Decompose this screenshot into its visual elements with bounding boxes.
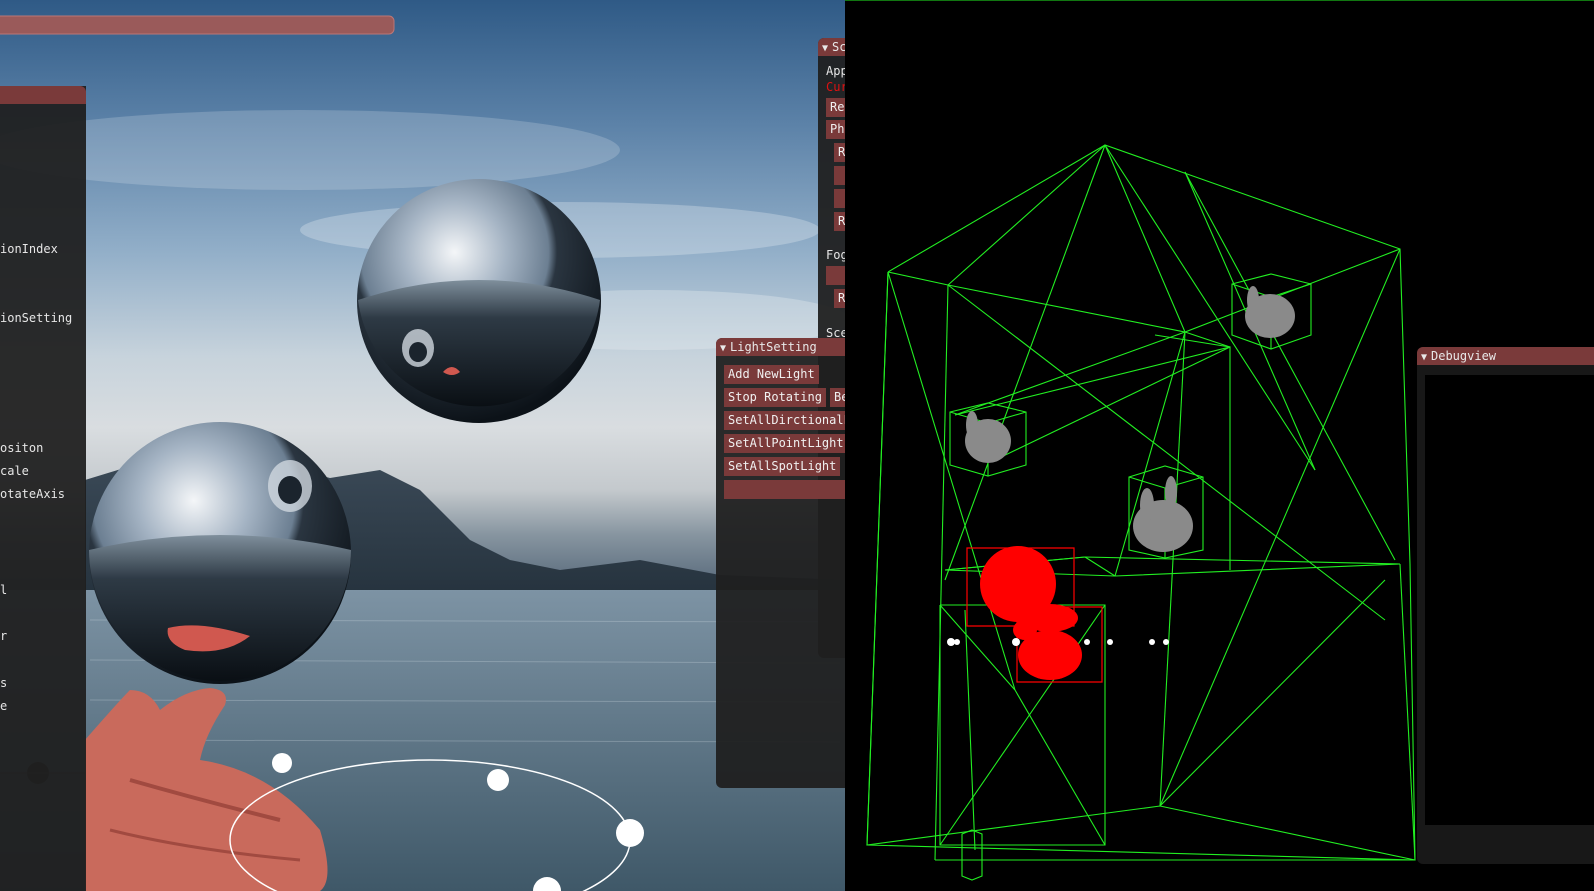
scene-viewport[interactable]: ionIndex ionSetting ositon cale otateAxi… <box>0 0 845 891</box>
label-ionindex: ionIndex <box>0 242 58 256</box>
label-current: Cur <box>826 80 845 94</box>
scene-settings-titlebar[interactable]: ▼ Sc <box>818 38 845 56</box>
fog-button-2[interactable]: R <box>834 289 845 308</box>
triangle-down-icon[interactable]: ▼ <box>1417 349 1431 365</box>
label-s: s <box>0 676 8 690</box>
label-e: e <box>0 699 8 713</box>
debug-3d-viewport[interactable]: ▼ Debugview <box>845 0 1594 891</box>
label-scale: cale <box>0 464 29 478</box>
main-settings-titlebar[interactable] <box>0 86 86 104</box>
scene-settings-title: Sc <box>832 40 845 54</box>
main-settings-window: ionIndex ionSetting ositon cale otateAxi… <box>0 86 86 891</box>
option-button-3[interactable] <box>834 189 845 208</box>
light-setting-titlebar[interactable]: ▼ LightSetting <box>716 338 845 356</box>
triangle-down-icon[interactable]: ▼ <box>716 340 730 356</box>
debugview-titlebar[interactable]: ▼ Debugview <box>1417 347 1594 365</box>
set-all-point-button[interactable]: SetAllPointLight <box>724 434 845 453</box>
label-positon: ositon <box>0 441 44 455</box>
label-r: r <box>0 629 8 643</box>
triangle-down-icon[interactable]: ▼ <box>818 40 832 56</box>
option-button-1[interactable]: R <box>834 143 845 162</box>
set-all-spot-button[interactable]: SetAllSpotLight <box>724 457 841 476</box>
debugview-window: ▼ Debugview <box>1417 347 1594 864</box>
point-light-gizmo[interactable] <box>487 769 509 791</box>
add-new-light-button[interactable]: Add NewLight <box>724 365 819 384</box>
set-all-directional-button[interactable]: SetAllDirctionalL <box>724 411 845 430</box>
label-app: App <box>826 64 845 78</box>
label-fog: Fog <box>826 248 845 262</box>
fog-button-1[interactable] <box>826 266 845 285</box>
reflective-sphere-top <box>357 179 601 423</box>
stop-rotating-button[interactable]: Stop Rotating <box>724 388 826 407</box>
option-button-2[interactable] <box>834 166 845 185</box>
light-setting-title: LightSetting <box>730 340 817 354</box>
label-ionsetting: ionSetting <box>0 311 73 325</box>
be-button[interactable]: Be <box>830 388 845 407</box>
point-light-gizmo[interactable] <box>272 753 292 773</box>
reload-button[interactable]: Rel <box>826 98 845 117</box>
top-bar <box>0 15 395 35</box>
label-l: l <box>0 583 8 597</box>
light-setting-window: ▼ LightSetting Add NewLight Stop Rotating… <box>716 338 845 788</box>
debugview-image <box>1425 375 1594 825</box>
light-slider[interactable] <box>724 480 845 499</box>
point-light-gizmo[interactable] <box>616 819 644 847</box>
debugview-title: Debugview <box>1431 349 1497 363</box>
option-button-4[interactable]: R <box>834 212 845 231</box>
reflective-sphere-bottom <box>89 422 351 684</box>
label-rotateaxis: otateAxis <box>0 487 66 501</box>
phong-button[interactable]: Pho <box>826 120 845 139</box>
